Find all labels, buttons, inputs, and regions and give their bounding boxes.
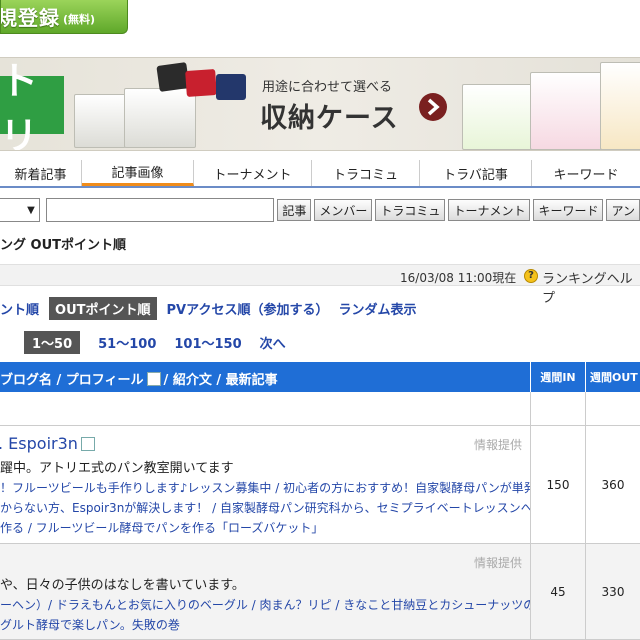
drawer-image	[462, 84, 536, 150]
profile-icon	[146, 371, 161, 386]
ad-banner[interactable]: トリ 用途に合わせて選べる 収納ケース	[0, 57, 640, 151]
profile-icon[interactable]	[80, 436, 95, 451]
sort-point[interactable]: ント順	[0, 299, 39, 318]
sort-random[interactable]: ランダム表示	[338, 299, 416, 318]
search-articles-button[interactable]: 記事	[277, 199, 312, 221]
sort-out-point[interactable]: OUTポイント順	[49, 296, 157, 320]
tab-label: トラコミュ	[332, 167, 398, 183]
blog-cell: . Espoir3n 躍中。アトリエ式のパン教室開いてます ！フルーツビールも手…	[0, 426, 530, 543]
article-link[interactable]: ！フルーツビールも手作りします♪レッスン募集中 / 初心者の方におすすめ！自家製…	[0, 478, 530, 498]
page-1-50[interactable]: 1〜50	[24, 330, 81, 354]
header-intro-latest: / 紹介文 / 最新記事	[163, 373, 278, 388]
box-image	[185, 68, 217, 98]
week-in-value: 150	[530, 426, 585, 543]
info-provided-label: 情報提供	[473, 556, 522, 570]
storage-drawers-image	[74, 88, 196, 150]
search-tournament-button[interactable]: トーナメント	[448, 199, 531, 221]
header-main: ブログ名 / プロフィール / 紹介文 / 最新記事	[0, 369, 278, 388]
tab-article-images[interactable]: 記事画像	[82, 160, 194, 186]
updated-timestamp: 16/03/08 11:00現在	[400, 271, 517, 285]
page-51-100[interactable]: 51〜100	[98, 333, 156, 352]
tab-tournament[interactable]: トーナメント	[194, 160, 312, 186]
header-blog-profile: ブログ名 / プロフィール	[0, 373, 144, 388]
sort-pv-access[interactable]: PVアクセス順（参加する）	[167, 299, 329, 318]
chevron-down-icon: ▼	[27, 204, 35, 216]
search-more-button[interactable]: アン	[606, 199, 640, 221]
article-link[interactable]: グルト酵母で楽しパン。失敗の巻	[0, 615, 530, 635]
category-select[interactable]: ▼	[0, 198, 40, 222]
search-members-button[interactable]: メンバー	[314, 199, 373, 221]
blog-name-link[interactable]: . Espoir3n	[0, 434, 530, 453]
main-nav: 新着記事 記事画像 トーナメント トラコミュ トラバ記事 キーワード	[0, 160, 640, 188]
header-week-out[interactable]: 週間OUT	[585, 362, 640, 392]
article-link[interactable]: 作る / フルーツビール酵母でパンを作る「ローズバケット」	[0, 518, 530, 538]
blog-name: . Espoir3n	[0, 434, 78, 453]
table-row: や、日々の子供のはなしを書いています。 ーヘン）/ ドラえもんとお気に入りのベー…	[0, 544, 640, 640]
latest-articles: ーヘン）/ ドラえもんとお気に入りのベーグル / 肉まん？リピ / きなこと甘納…	[0, 595, 530, 635]
tab-trackback-articles[interactable]: トラバ記事	[420, 160, 532, 186]
info-bar: 16/03/08 11:00現在 ? ランキングヘルプ	[0, 264, 640, 306]
search-input[interactable]	[45, 198, 275, 222]
page-title: ング OUTポイント順	[0, 238, 127, 253]
banner-tagline: 用途に合わせて選べる	[262, 80, 393, 95]
tab-label: 記事画像	[111, 166, 164, 181]
article-link[interactable]: からない方、Espoir3nが解決します！ / 自家製酵母パン研究科から、セミプ…	[0, 498, 530, 518]
table-spacer	[0, 392, 640, 426]
table-row: . Espoir3n 躍中。アトリエ式のパン教室開いてます ！フルーツビールも手…	[0, 426, 640, 544]
week-out-value: 330	[585, 544, 640, 639]
tab-tracomu[interactable]: トラコミュ	[312, 160, 420, 186]
register-free-label: (無料)	[63, 13, 96, 26]
register-button[interactable]: 規登録 (無料)	[0, 0, 128, 34]
drawer-image	[600, 62, 640, 150]
tab-label: キーワード	[553, 167, 619, 183]
tab-new-articles[interactable]: 新着記事	[0, 160, 82, 186]
week-in-value: 45	[530, 544, 585, 639]
search-bar: ▼ 記事 メンバー トラコミュ トーナメント キーワード アン	[0, 197, 640, 223]
info-provided-label: 情報提供	[473, 438, 522, 452]
sort-options: ント順 OUTポイント順 PVアクセス順（参加する） ランダム表示	[0, 296, 426, 320]
arrow-right-icon[interactable]	[418, 92, 448, 122]
header-week-in[interactable]: 週間IN	[530, 362, 585, 392]
week-out-value: 360	[585, 426, 640, 543]
question-icon[interactable]: ?	[524, 269, 538, 283]
search-tracomu-button[interactable]: トラコミュ	[375, 199, 446, 221]
article-link[interactable]: ーヘン）/ ドラえもんとお気に入りのベーグル / 肉まん？リピ / きなこと甘納…	[0, 595, 530, 615]
ranking-help-link[interactable]: ランキングヘルプ	[542, 268, 640, 306]
blog-description: 躍中。アトリエ式のパン教室開いてます	[0, 461, 234, 476]
tab-label: トラバ記事	[443, 167, 508, 183]
page-101-150[interactable]: 101〜150	[174, 333, 241, 352]
banner-logo: トリ	[0, 59, 64, 150]
blog-description: や、日々の子供のはなしを書いています。	[0, 578, 245, 593]
box-image	[216, 74, 246, 100]
tab-label: トーナメント	[213, 167, 292, 183]
banner-headline: 収納ケース	[260, 103, 399, 134]
register-label: 規登録	[0, 6, 60, 30]
drawer-image	[530, 72, 610, 150]
latest-articles: ！フルーツビールも手作りします♪レッスン募集中 / 初心者の方におすすめ！自家製…	[0, 478, 530, 538]
pagination: 1〜50 51〜100 101〜150 次へ	[0, 330, 304, 354]
page-next[interactable]: 次へ	[260, 333, 286, 352]
blog-cell: や、日々の子供のはなしを書いています。 ーヘン）/ ドラえもんとお気に入りのベー…	[0, 544, 530, 639]
tab-keyword[interactable]: キーワード	[532, 160, 640, 186]
search-keyword-button[interactable]: キーワード	[533, 199, 604, 221]
tab-label: 新着記事	[14, 167, 67, 183]
table-header: ブログ名 / プロフィール / 紹介文 / 最新記事 週間IN 週間OUT	[0, 362, 640, 392]
